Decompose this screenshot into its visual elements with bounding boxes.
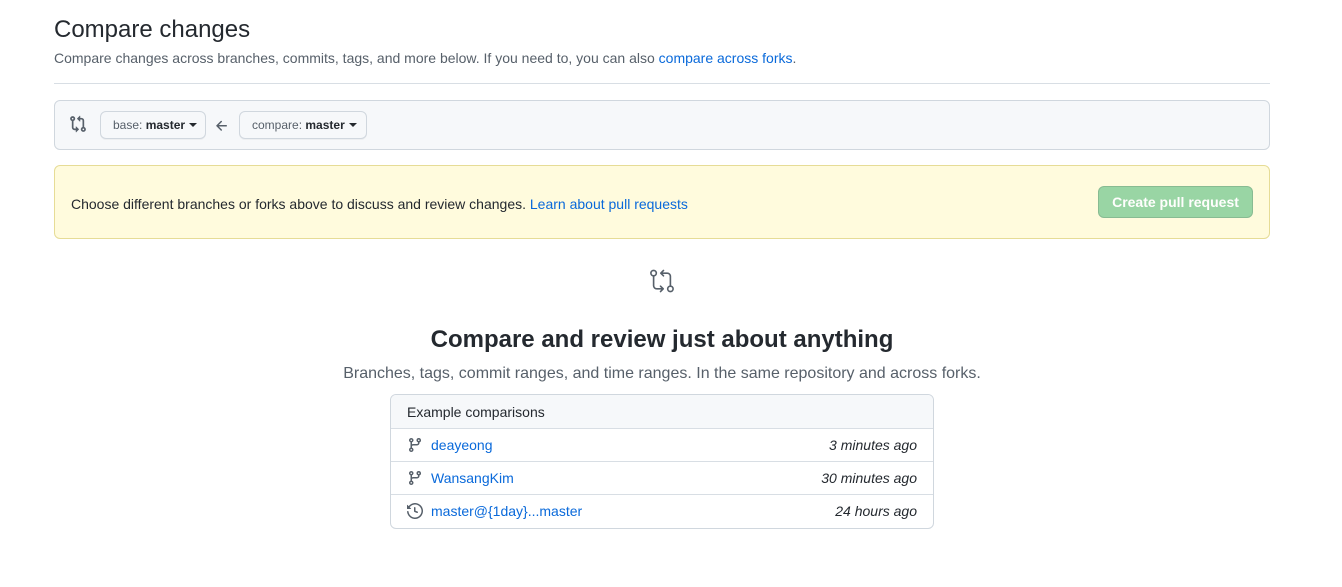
create-pull-request-button[interactable]: Create pull request [1098,186,1253,218]
branch-icon [408,471,421,486]
compare-label: compare: [252,118,303,132]
range-editor: base: master compare: master [54,100,1270,150]
list-item: deayeong 3 minutes ago [391,429,933,462]
example-time: 24 hours ago [835,503,917,519]
page-subtitle: Compare changes across branches, commits… [54,48,796,68]
flash-notice: Choose different branches or forks above… [54,165,1270,239]
compare-value: master [305,118,345,132]
subtitle-text: Compare changes across branches, commits… [54,50,659,66]
base-label: base: [113,118,143,132]
caret-down-icon [348,122,357,127]
list-item: WansangKim 30 minutes ago [391,462,933,495]
compare-branch-select[interactable]: compare: master [239,111,367,139]
git-compare-icon [70,115,86,133]
example-comparisons: Example comparisons deayeong 3 minutes a… [390,394,934,529]
example-time: 30 minutes ago [821,470,917,486]
flash-text: Choose different branches or forks above… [71,196,530,212]
divider [54,83,1270,84]
examples-header: Example comparisons [391,395,933,429]
list-item: master@{1day}...master 24 hours ago [391,495,933,528]
blankslate-title: Compare and review just about anything [430,326,894,353]
example-time: 3 minutes ago [829,437,917,453]
blankslate: Compare and review just about anything B… [54,268,1270,382]
git-compare-icon [650,269,674,293]
page-title: Compare changes [54,16,251,43]
history-icon [407,503,423,519]
subtitle-suffix: . [792,50,797,66]
example-link[interactable]: master@{1day}...master [431,495,582,528]
learn-pull-requests-link[interactable]: Learn about pull requests [530,196,688,212]
compare-across-forks-link[interactable]: compare across forks [659,50,793,66]
base-value: master [145,118,186,132]
blankslate-description: Branches, tags, commit ranges, and time … [343,365,981,382]
flash-message: Choose different branches or forks above… [71,194,688,214]
example-link[interactable]: WansangKim [431,462,514,495]
arrow-left-icon [216,120,227,131]
example-link[interactable]: deayeong [431,429,493,462]
branch-icon [408,438,421,453]
caret-down-icon [189,122,198,127]
base-branch-select[interactable]: base: master [100,111,206,139]
